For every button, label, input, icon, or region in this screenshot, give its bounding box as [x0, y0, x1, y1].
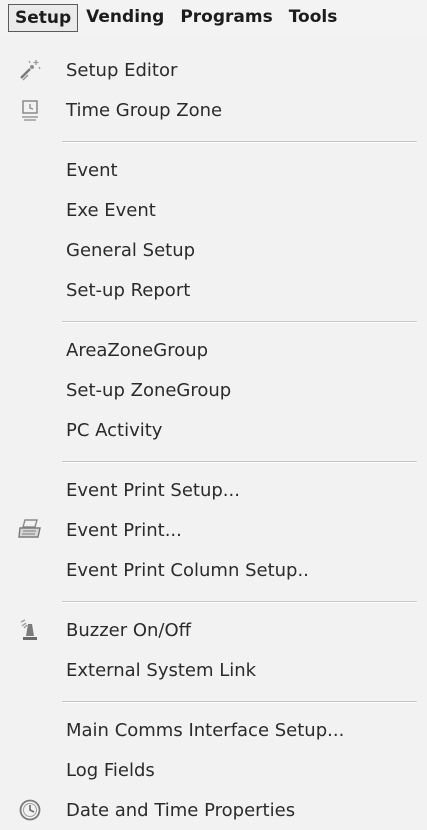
- menu-item-label: Date and Time Properties: [66, 799, 296, 821]
- menu-item-set-up-zone-group[interactable]: Set-up ZoneGroup: [0, 370, 427, 410]
- menu-item-label: Setup Editor: [66, 59, 178, 81]
- menu-item-event[interactable]: Event: [0, 150, 427, 190]
- menu-item-label: Main Comms Interface Setup...: [66, 719, 345, 741]
- menu-tools[interactable]: Tools: [281, 4, 346, 32]
- menu-item-external-system-link[interactable]: External System Link: [0, 650, 427, 690]
- menu-item-date-and-time-properties[interactable]: Date and Time Properties: [0, 790, 427, 830]
- setup-editor-icon: [16, 56, 44, 84]
- menu-separator: [62, 601, 417, 603]
- menu-item-event-print[interactable]: Event Print...: [0, 510, 427, 550]
- clock-icon: [16, 796, 44, 824]
- menu-item-label: Time Group Zone: [66, 99, 223, 121]
- menu-separator: [62, 321, 417, 323]
- printer-icon: [16, 516, 44, 544]
- menu-item-buzzer-on-off[interactable]: Buzzer On/Off: [0, 610, 427, 650]
- menu-item-pc-activity[interactable]: PC Activity: [0, 410, 427, 450]
- menu-item-event-print-column-setup[interactable]: Event Print Column Setup..: [0, 550, 427, 590]
- menu-programs[interactable]: Programs: [172, 4, 280, 32]
- menu-item-setup-editor[interactable]: Setup Editor: [0, 50, 427, 90]
- menu-item-set-up-report[interactable]: Set-up Report: [0, 270, 427, 310]
- menu-item-label: AreaZoneGroup: [66, 339, 209, 361]
- menu-item-time-group-zone[interactable]: Time Group Zone: [0, 90, 427, 130]
- menu-item-label: Event Print Column Setup..: [66, 559, 309, 581]
- menu-item-label: Event Print Setup...: [66, 479, 240, 501]
- menu-setup[interactable]: Setup: [8, 4, 79, 32]
- menu-item-area-zone-group[interactable]: AreaZoneGroup: [0, 330, 427, 370]
- menu-bar: Setup Vending Programs Tools: [0, 0, 427, 36]
- menu-item-label: General Setup: [66, 239, 196, 261]
- setup-dropdown-menu: Setup Editor Time Group Zone Event Exe E…: [0, 36, 427, 830]
- menu-item-label: PC Activity: [66, 419, 163, 441]
- time-group-zone-icon: [16, 96, 44, 124]
- menu-item-exe-event[interactable]: Exe Event: [0, 190, 427, 230]
- menu-item-label: Set-up ZoneGroup: [66, 379, 232, 401]
- menu-item-label: Set-up Report: [66, 279, 191, 301]
- menu-item-event-print-setup[interactable]: Event Print Setup...: [0, 470, 427, 510]
- menu-item-main-comms-interface-setup[interactable]: Main Comms Interface Setup...: [0, 710, 427, 750]
- menu-separator: [62, 701, 417, 703]
- menu-item-label: Buzzer On/Off: [66, 619, 192, 641]
- buzzer-icon: [16, 616, 44, 644]
- menu-item-label: Event: [66, 159, 118, 181]
- menu-vending[interactable]: Vending: [78, 4, 172, 32]
- menu-item-label: Log Fields: [66, 759, 155, 781]
- menu-item-log-fields[interactable]: Log Fields: [0, 750, 427, 790]
- menu-item-general-setup[interactable]: General Setup: [0, 230, 427, 270]
- menu-separator: [62, 141, 417, 143]
- menu-item-label: Event Print...: [66, 519, 182, 541]
- menu-item-label: Exe Event: [66, 199, 156, 221]
- menu-separator: [62, 461, 417, 463]
- menu-item-label: External System Link: [66, 659, 257, 681]
